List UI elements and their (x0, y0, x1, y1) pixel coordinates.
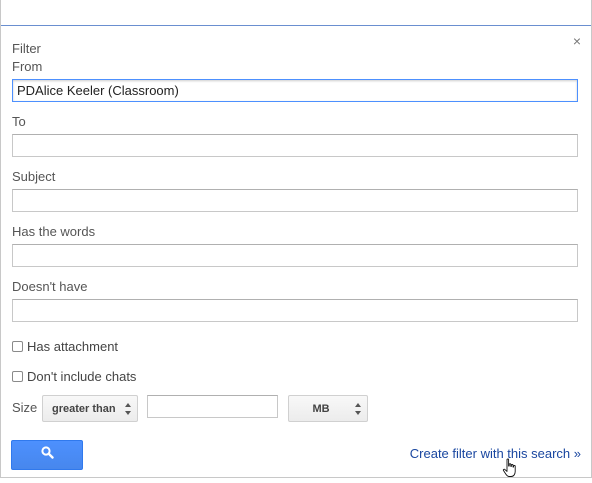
has-attachment-checkbox[interactable] (12, 341, 23, 352)
panel-title: Filter (12, 41, 41, 56)
no-chats-checkbox[interactable] (12, 371, 23, 382)
from-label: From (12, 59, 43, 74)
no-chats-label: Don't include chats (27, 369, 137, 384)
search-bar-strip[interactable] (0, 0, 592, 26)
strip-left-border (0, 0, 1, 26)
size-comparator-value: greater than (52, 402, 116, 415)
to-field[interactable] (12, 134, 578, 157)
search-button[interactable] (11, 440, 83, 470)
has-words-label: Has the words (12, 224, 96, 239)
search-icon (40, 446, 54, 464)
subject-field[interactable] (12, 189, 578, 212)
updown-caret-icon (124, 402, 132, 416)
doesnt-have-field[interactable] (12, 299, 578, 322)
hand-pointer-cursor-icon (502, 458, 518, 483)
size-unit-value: MB (312, 402, 330, 415)
to-label: To (12, 114, 26, 129)
no-chats-row[interactable]: Don't include chats (12, 369, 136, 384)
doesnt-have-label: Doesn't have (12, 279, 88, 294)
size-value-field[interactable] (147, 395, 278, 418)
size-label: Size (12, 400, 38, 415)
filter-panel: × Filter From To Subject Has the words D… (0, 26, 592, 478)
has-attachment-row[interactable]: Has attachment (12, 339, 118, 354)
has-attachment-label: Has attachment (27, 339, 119, 354)
has-words-field[interactable] (12, 244, 578, 267)
close-icon[interactable]: × (573, 34, 581, 48)
create-filter-link[interactable]: Create filter with this search » (410, 446, 581, 461)
size-unit-select[interactable]: MB (288, 395, 368, 422)
updown-caret-icon (354, 402, 362, 416)
subject-label: Subject (12, 169, 56, 184)
size-comparator-select[interactable]: greater than (42, 395, 138, 422)
from-field[interactable] (12, 79, 578, 102)
